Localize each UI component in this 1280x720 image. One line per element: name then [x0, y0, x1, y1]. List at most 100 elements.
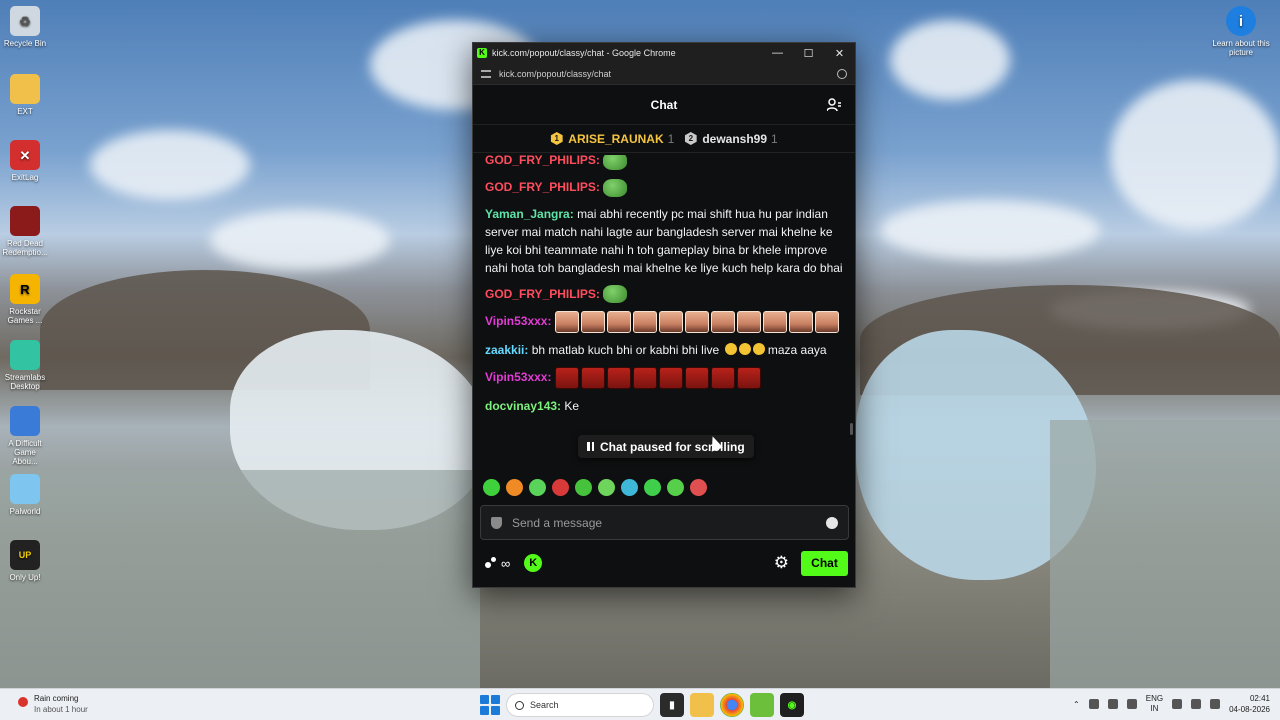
chat-username[interactable]: Yaman_Jangra — [485, 207, 570, 221]
battery-icon[interactable] — [1210, 699, 1221, 709]
streamlabs-taskbar-icon[interactable]: ◉ — [780, 693, 804, 717]
desktop-icon-palworld[interactable]: Palworld — [2, 474, 48, 516]
language-indicator[interactable]: ENG IN — [1146, 694, 1163, 714]
tray-app-icon[interactable] — [1088, 699, 1099, 709]
face-emote-icon[interactable] — [606, 311, 631, 334]
face-emote-icon[interactable] — [554, 311, 579, 334]
zoom-icon[interactable] — [837, 68, 847, 79]
points-value: ∞ — [501, 555, 511, 571]
face-emote-icon[interactable] — [814, 311, 839, 334]
minimize-button[interactable]: — — [762, 43, 793, 63]
red-face-emote-icon[interactable] — [554, 367, 579, 390]
face-emote-icon[interactable] — [580, 311, 605, 334]
channel-points[interactable]: ∞ — [485, 556, 510, 571]
desktop-icon-label: Rockstar Games ... — [7, 307, 43, 325]
face-emote-icon[interactable] — [788, 311, 813, 334]
face-emote-icon[interactable] — [762, 311, 787, 334]
taskbar-search[interactable]: Search — [506, 693, 654, 717]
volume-icon[interactable] — [1191, 699, 1202, 709]
message-input[interactable]: Send a message — [480, 505, 849, 540]
face-emote-icon[interactable] — [736, 311, 761, 334]
quick-emote-icon[interactable] — [529, 479, 546, 496]
bluestacks-icon[interactable] — [750, 693, 774, 717]
microphone-icon[interactable] — [1126, 699, 1137, 709]
weather-subtitle: In about 1 hour — [34, 705, 88, 714]
red-face-emote-icon[interactable] — [658, 367, 683, 390]
quick-emote-icon[interactable] — [575, 479, 592, 496]
desktop-icon-recycle-bin[interactable]: ♻ Recycle Bin — [2, 6, 48, 48]
maximize-button[interactable]: ☐ — [793, 43, 824, 63]
address-bar[interactable]: kick.com/popout/classy/chat — [473, 63, 855, 85]
points-icon — [485, 557, 497, 569]
send-chat-button[interactable]: Chat — [801, 550, 848, 576]
frog-emote-icon[interactable] — [603, 285, 628, 304]
quick-emote-icon[interactable] — [621, 479, 638, 496]
leader-name: dewansh99 — [702, 131, 768, 146]
chat-username[interactable]: Vipin53xxx — [485, 315, 547, 329]
wifi-icon[interactable] — [1172, 699, 1183, 709]
close-button[interactable]: ✕ — [824, 43, 855, 63]
quick-emote-icon[interactable] — [483, 479, 500, 496]
chat-messages[interactable]: GOD_FRY_PHILIPS: GOD_FRY_PHILIPS: Yaman_… — [473, 155, 855, 477]
leaderboard-entry[interactable]: 2 dewansh99 1 — [684, 131, 778, 146]
desktop-icon-learn-picture[interactable]: i Learn about this picture — [1212, 6, 1270, 57]
desktop-icon-difficult-game[interactable]: A Difficult Game Abou... — [2, 406, 48, 466]
kick-badge-icon[interactable]: K — [524, 554, 543, 572]
face-emote-icon[interactable] — [710, 311, 735, 334]
streamlabs-icon — [10, 340, 40, 370]
wallpaper-cloud — [880, 200, 1100, 260]
clock[interactable]: 02:41 04-08-2026 — [1229, 693, 1270, 715]
chat-message: Vipin53xxx: — [485, 367, 843, 390]
task-view-icon[interactable]: ▮ — [660, 693, 684, 717]
chat-username[interactable]: GOD_FRY_PHILIPS — [485, 155, 596, 167]
red-face-emote-icon[interactable] — [606, 367, 631, 390]
red-face-emote-icon[interactable] — [580, 367, 605, 390]
clock-time: 02:41 — [1249, 694, 1270, 703]
frog-emote-icon[interactable] — [603, 155, 628, 170]
desktop-icon-red-dead[interactable]: Red Dead Redemptio... — [2, 206, 48, 257]
weather-widget[interactable]: Rain coming In about 1 hour — [14, 693, 88, 715]
chat-scrollbar[interactable] — [850, 423, 853, 435]
desktop-icon-rockstar[interactable]: R Rockstar Games ... — [2, 274, 48, 325]
user-list-icon[interactable] — [827, 98, 841, 112]
chat-username[interactable]: GOD_FRY_PHILIPS — [485, 287, 596, 301]
chat-username[interactable]: GOD_FRY_PHILIPS — [485, 180, 596, 194]
chat-username[interactable]: zaakkii — [485, 343, 524, 357]
quick-emote-icon[interactable] — [506, 479, 523, 496]
chat-username[interactable]: Vipin53xxx — [485, 371, 547, 385]
red-face-emote-icon[interactable] — [710, 367, 735, 390]
desktop-icon-streamlabs[interactable]: Streamlabs Desktop — [2, 340, 48, 391]
chat-username[interactable]: docvinay143 — [485, 399, 557, 413]
window-titlebar[interactable]: K kick.com/popout/classy/chat - Google C… — [473, 43, 855, 63]
quick-emote-icon[interactable] — [644, 479, 661, 496]
desktop-icon-ext[interactable]: EXT — [2, 74, 48, 116]
settings-gear-icon[interactable]: ⚙ — [774, 553, 789, 573]
site-info-icon[interactable] — [481, 69, 491, 78]
red-face-emote-icon[interactable] — [736, 367, 761, 390]
red-face-emote-icon[interactable] — [632, 367, 657, 390]
chrome-popup-window: K kick.com/popout/classy/chat - Google C… — [472, 42, 856, 588]
tray-overflow-icon[interactable]: ⌃ — [1073, 700, 1080, 709]
frog-emote-icon[interactable] — [603, 178, 628, 197]
chat-paused-banner[interactable]: Chat paused for scrolling — [578, 435, 754, 458]
face-emote-icon[interactable] — [658, 311, 683, 334]
wallpaper-cloud — [890, 20, 1010, 100]
file-explorer-icon[interactable] — [690, 693, 714, 717]
quick-emote-icon[interactable] — [667, 479, 684, 496]
leaderboard-entry[interactable]: 1 ARISE_RAUNAK 1 — [550, 132, 674, 146]
windows-start-icon[interactable] — [480, 695, 500, 715]
emoji-picker-icon[interactable] — [826, 516, 838, 529]
face-emote-icon[interactable] — [684, 311, 709, 334]
tray-app-icon[interactable] — [1107, 699, 1118, 709]
face-emote-icon[interactable] — [632, 311, 657, 334]
chrome-icon[interactable] — [720, 693, 744, 717]
red-face-emote-icon[interactable] — [684, 367, 709, 390]
clock-date: 04-08-2026 — [1229, 705, 1270, 714]
quick-emote-icon[interactable] — [690, 479, 707, 496]
desktop-icon-exitlag[interactable]: ✕ ExitLag — [2, 140, 48, 182]
quick-emote-icon[interactable] — [552, 479, 569, 496]
desktop-icon-only-up[interactable]: UP Only Up! — [2, 540, 48, 582]
quick-emote-bar — [483, 479, 707, 496]
info-icon: i — [1226, 6, 1256, 36]
quick-emote-icon[interactable] — [598, 479, 615, 496]
